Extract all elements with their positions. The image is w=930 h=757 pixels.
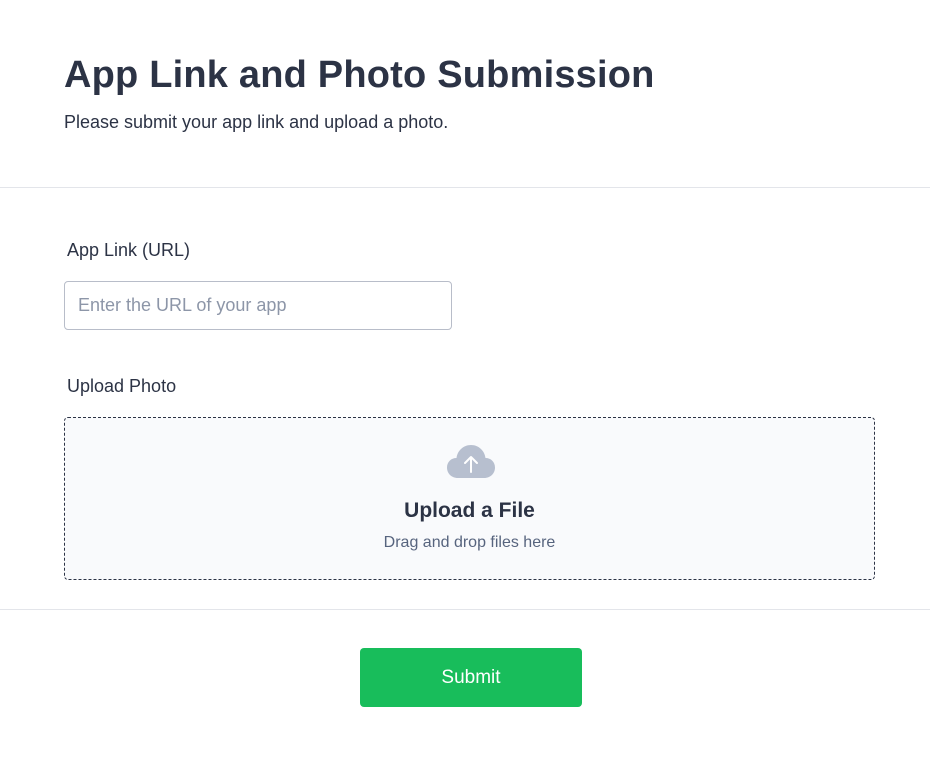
form-page: App Link and Photo Submission Please sub… bbox=[0, 0, 930, 757]
page-title: App Link and Photo Submission bbox=[64, 54, 655, 96]
upload-title: Upload a File bbox=[404, 499, 535, 522]
page-subtitle: Please submit your app link and upload a… bbox=[64, 112, 449, 132]
cloud-upload-icon bbox=[447, 445, 495, 478]
upload-photo-label: Upload Photo bbox=[67, 376, 177, 396]
app-link-input[interactable] bbox=[64, 281, 452, 330]
submit-button[interactable]: Submit bbox=[360, 648, 582, 707]
upload-subtitle: Drag and drop files here bbox=[383, 534, 556, 551]
photo-dropzone[interactable]: Upload a File Drag and drop files here bbox=[64, 417, 875, 580]
app-link-label: App Link (URL) bbox=[67, 240, 191, 260]
form-header: App Link and Photo Submission Please sub… bbox=[0, 0, 930, 188]
footer-divider bbox=[0, 609, 930, 610]
